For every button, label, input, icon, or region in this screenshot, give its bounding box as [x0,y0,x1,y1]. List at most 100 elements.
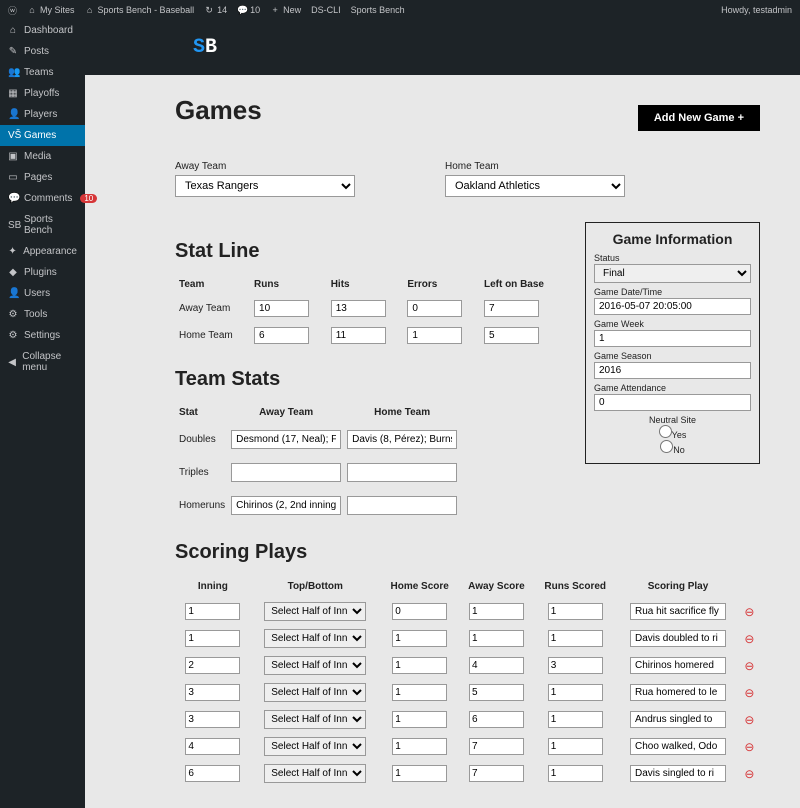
away-stat-input[interactable] [231,463,341,482]
wp-logo[interactable]: ⓦ [8,4,17,17]
away-score-input[interactable] [469,765,524,782]
home-score-input[interactable] [392,738,447,755]
half-inning-select[interactable]: Select Half of Inn [264,656,366,675]
home-stat-input[interactable] [347,463,457,482]
away-score-input[interactable] [469,657,524,674]
stat-line-heading: Stat Line [175,240,565,263]
add-new-game-button[interactable]: Add New Game + [638,105,760,131]
runs-scored-input[interactable] [548,738,603,755]
half-inning-select[interactable]: Select Half of Inn [264,710,366,729]
sidebar-item-comments[interactable]: 💬Comments10 [0,188,85,209]
delete-row-icon[interactable]: ⊖ [744,713,754,727]
scoring-play-input[interactable] [630,603,726,620]
sidebar-item-tools[interactable]: ⚙Tools [0,304,85,325]
home-score-input[interactable] [392,765,447,782]
inning-input[interactable] [185,711,240,728]
home-stat-input[interactable] [347,430,457,449]
sidebar-item-playoffs[interactable]: ▦Playoffs [0,83,85,104]
half-inning-select[interactable]: Select Half of Inn [264,629,366,648]
away-stat-input[interactable] [231,430,341,449]
site-name-link[interactable]: ⌂Sports Bench - Baseball [85,5,195,15]
inning-input[interactable] [185,630,240,647]
inning-input[interactable] [185,603,240,620]
delete-row-icon[interactable]: ⊖ [744,686,754,700]
runs-scored-input[interactable] [548,603,603,620]
scoring-play-input[interactable] [630,765,726,782]
runs-input[interactable] [254,327,309,344]
away-team-select[interactable]: Texas Rangers [175,175,355,197]
sidebar-item-players[interactable]: 👤Players [0,104,85,125]
sidebar-item-label: Users [24,288,50,299]
half-inning-select[interactable]: Select Half of Inn [264,602,366,621]
inning-input[interactable] [185,684,240,701]
delete-row-icon[interactable]: ⊖ [744,605,754,619]
sidebar-item-users[interactable]: 👤Users [0,283,85,304]
week-input[interactable] [594,330,751,347]
runs-scored-input[interactable] [548,684,603,701]
home-team-select[interactable]: Oakland Athletics [445,175,625,197]
updates-link[interactable]: ↻14 [204,5,227,16]
lob-input[interactable] [484,300,539,317]
status-select[interactable]: Final [594,264,751,283]
inning-input[interactable] [185,738,240,755]
season-input[interactable] [594,362,751,379]
scoring-play-input[interactable] [630,738,726,755]
scoring-play-input[interactable] [630,657,726,674]
sidebar-item-sports-bench[interactable]: SBSports Bench [0,209,85,241]
delete-row-icon[interactable]: ⊖ [744,659,754,673]
half-inning-select[interactable]: Select Half of Inn [264,683,366,702]
scoring-play-input[interactable] [630,684,726,701]
away-score-input[interactable] [469,711,524,728]
sidebar-item-pages[interactable]: ▭Pages [0,167,85,188]
sidebar-item-posts[interactable]: ✎Posts [0,41,85,62]
sidebar-item-games[interactable]: VŠGames [0,125,85,146]
neutral-no-radio[interactable] [660,440,673,453]
runs-scored-input[interactable] [548,630,603,647]
away-stat-input[interactable] [231,496,341,515]
half-inning-select[interactable]: Select Half of Inn [264,737,366,756]
inning-input[interactable] [185,657,240,674]
errors-input[interactable] [407,327,462,344]
sidebar-item-dashboard[interactable]: ⌂Dashboard [0,20,85,41]
sidebar-item-settings[interactable]: ⚙Settings [0,325,85,346]
delete-row-icon[interactable]: ⊖ [744,767,754,781]
sportsbench-link[interactable]: Sports Bench [351,5,405,15]
away-score-input[interactable] [469,630,524,647]
my-sites-link[interactable]: ⌂My Sites [27,5,75,15]
away-score-input[interactable] [469,684,524,701]
home-score-input[interactable] [392,657,447,674]
scoring-play-input[interactable] [630,711,726,728]
runs-scored-input[interactable] [548,765,603,782]
home-score-input[interactable] [392,630,447,647]
sidebar-item-plugins[interactable]: ◆Plugins [0,262,85,283]
home-stat-input[interactable] [347,496,457,515]
sidebar-item-collapse-menu[interactable]: ◀Collapse menu [0,346,85,378]
attendance-input[interactable] [594,394,751,411]
runs-scored-input[interactable] [548,657,603,674]
home-score-input[interactable] [392,684,447,701]
runs-scored-input[interactable] [548,711,603,728]
inning-input[interactable] [185,765,240,782]
hits-input[interactable] [331,327,386,344]
neutral-yes-radio[interactable] [659,425,672,438]
sidebar-item-teams[interactable]: 👥Teams [0,62,85,83]
home-score-input[interactable] [392,603,447,620]
howdy-account[interactable]: Howdy, testadmin [721,5,792,15]
runs-input[interactable] [254,300,309,317]
home-score-input[interactable] [392,711,447,728]
delete-row-icon[interactable]: ⊖ [744,632,754,646]
lob-input[interactable] [484,327,539,344]
dscli-link[interactable]: DS-CLI [311,5,341,15]
datetime-input[interactable] [594,298,751,315]
comments-link[interactable]: 💬10 [237,5,260,16]
half-inning-select[interactable]: Select Half of Inn [264,764,366,783]
sidebar-item-media[interactable]: ▣Media [0,146,85,167]
away-score-input[interactable] [469,738,524,755]
delete-row-icon[interactable]: ⊖ [744,740,754,754]
away-score-input[interactable] [469,603,524,620]
errors-input[interactable] [407,300,462,317]
scoring-play-input[interactable] [630,630,726,647]
sidebar-item-appearance[interactable]: ✦Appearance [0,241,85,262]
hits-input[interactable] [331,300,386,317]
new-content-link[interactable]: +New [270,5,301,15]
